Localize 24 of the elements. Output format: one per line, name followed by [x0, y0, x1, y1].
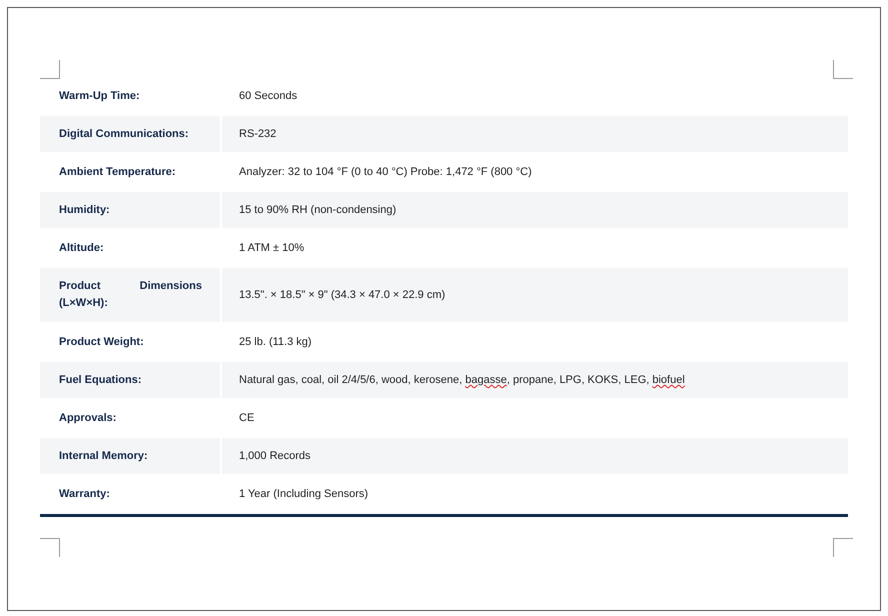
- spec-label: Fuel Equations:: [59, 372, 142, 388]
- spec-label: Digital Communications:: [59, 126, 189, 142]
- spec-value: 60 Seconds: [239, 88, 298, 104]
- spec-label: Approvals:: [59, 410, 116, 426]
- spec-value: 25 lb. (11.3 kg): [239, 334, 312, 350]
- crop-mark: [40, 538, 60, 557]
- spec-value: Natural gas, coal, oil 2/4/5/6, wood, kerosene, bagasse, propane, LPG, KOKS, LEG, biofuel: [239, 372, 685, 388]
- crop-mark: [833, 538, 853, 557]
- spec-label: Product Weight:: [59, 334, 144, 350]
- spec-value: 1 ATM ± 10%: [239, 240, 304, 256]
- spec-value: 1 Year (Including Sensors): [239, 486, 368, 502]
- spec-label: Product Dimensions (L×W×H):: [59, 279, 202, 311]
- spec-label: Internal Memory:: [59, 448, 148, 464]
- spec-label: Altitude:: [59, 240, 104, 256]
- spec-value: Analyzer: 32 to 104 °F (0 to 40 °C) Probe: 1,472 °F (800 °C): [239, 164, 532, 180]
- spec-value: CE: [239, 410, 254, 426]
- spec-label: Warranty:: [59, 486, 110, 502]
- spec-value: 15 to 90% RH (non-condensing): [239, 202, 396, 218]
- spec-value: 13.5". × 18.5" × 9" (34.3 × 47.0 × 22.9 cm): [239, 288, 446, 303]
- spec-label: Warm-Up Time:: [59, 88, 140, 104]
- spec-value: RS-232: [239, 126, 276, 142]
- spec-value: 1,000 Records: [239, 448, 311, 464]
- spec-label: Humidity:: [59, 202, 110, 218]
- spec-label: Ambient Temperature:: [59, 164, 176, 180]
